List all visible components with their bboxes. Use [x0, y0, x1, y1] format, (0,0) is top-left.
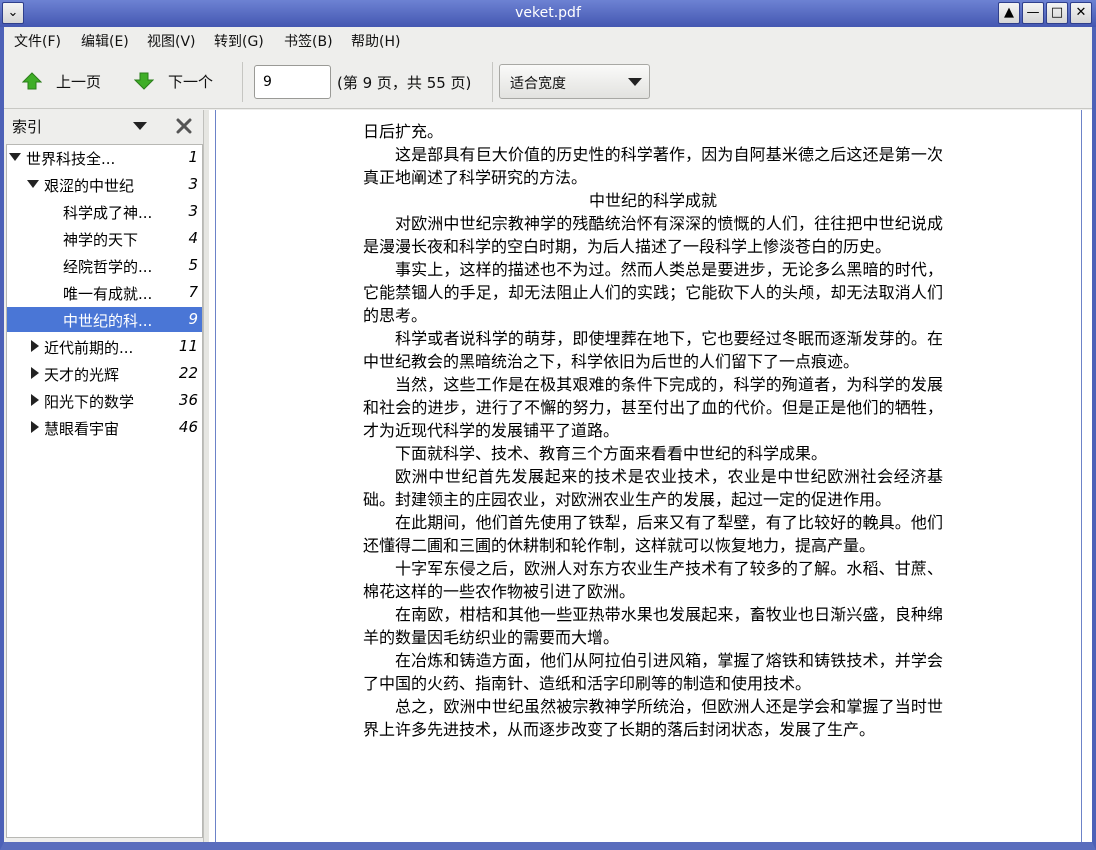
document-view[interactable]: 日后扩充。 这是部具有巨大价值的历史性的科学著作，因为自阿基米德之后这还是第一次… [209, 110, 1092, 842]
sidebar-header: 索引 [4, 110, 203, 140]
close-icon[interactable]: ✕ [1070, 2, 1092, 24]
title-bar[interactable]: ⌄ veket.pdf ▲ — □ ✕ [0, 0, 1096, 27]
page-text: 日后扩充。 这是部具有巨大价值的历史性的科学著作，因为自阿基米德之后这还是第一次… [363, 120, 943, 741]
toolbar: 上一页 下一个 9 (第 9 页，共 55 页) 适合宽度 [4, 54, 1092, 109]
tree-item[interactable]: 经院哲学的... 5 [7, 253, 202, 278]
paragraph: 在冶炼和铸造方面，他们从阿拉伯引进风箱，掌握了熔铁和铸铁技术，并学会了中国的火药… [363, 651, 943, 693]
expander-closed-icon[interactable] [31, 394, 39, 406]
tree-item[interactable]: 世界科技全... 1 [7, 145, 202, 170]
window-title: veket.pdf [515, 5, 581, 21]
paragraph: 在南欧，柑桔和其他一些亚热带水果也发展起来，畜牧业也日渐兴盛，良种绵羊的数量因毛… [363, 605, 943, 647]
tree-item-label: 中世纪的科... [63, 312, 153, 330]
tree-item-label: 近代前期的... [44, 339, 134, 357]
document-page: 日后扩充。 这是部具有巨大价值的历史性的科学著作，因为自阿基米德之后这还是第一次… [215, 110, 1082, 842]
maximize-icon[interactable]: □ [1046, 2, 1068, 24]
paragraph: 当然，这些工作是在极其艰难的条件下完成的，科学的殉道者，为科学的发展和社会的进步… [363, 375, 943, 440]
tree-item-label: 世界科技全... [26, 150, 116, 168]
zoom-select[interactable]: 适合宽度 [499, 64, 650, 99]
menu-view[interactable]: 视图(V) [147, 31, 196, 51]
tree-item[interactable]: 唯一有成就... 7 [7, 280, 202, 305]
tree-item-label: 科学成了神... [63, 204, 153, 222]
menu-file[interactable]: 文件(F) [14, 31, 61, 51]
paragraph: 日后扩充。 [363, 122, 444, 141]
paragraph: 这是部具有巨大价值的历史性的科学著作，因为自阿基米德之后这还是第一次真正地阐述了… [363, 145, 943, 187]
tree-item-label: 艰涩的中世纪 [44, 177, 135, 195]
arrow-up-icon [22, 72, 42, 90]
page-number-input[interactable]: 9 [254, 65, 331, 99]
next-page-button[interactable]: 下一个 [134, 66, 213, 96]
tree-item-page: 7 [188, 283, 198, 301]
tree-item-label: 神学的天下 [63, 231, 139, 249]
tree-item[interactable]: 近代前期的... 11 [7, 334, 202, 359]
tree-item[interactable]: 科学成了神... 3 [7, 199, 202, 224]
toolbar-separator [242, 62, 243, 102]
tree-item-page: 5 [188, 256, 198, 274]
tree-item-page: 4 [188, 229, 198, 247]
tree-item-label: 唯一有成就... [63, 285, 153, 303]
paragraph: 在此期间，他们首先使用了铁犁，后来又有了犁壁，有了比较好的輓具。他们还懂得二圃和… [363, 513, 943, 555]
menu-edit[interactable]: 编辑(E) [81, 31, 129, 51]
tree-item-page: 22 [178, 364, 198, 382]
toolbar-separator [492, 62, 493, 102]
sidebar: 索引 世界科技全... 1 艰涩的中世纪 3 科学成了神... 3 神学的天下 … [4, 110, 203, 842]
outline-tree: 世界科技全... 1 艰涩的中世纪 3 科学成了神... 3 神学的天下 4 经… [6, 144, 203, 838]
expander-closed-icon[interactable] [31, 367, 39, 379]
tree-item-label: 经院哲学的... [63, 258, 153, 276]
tree-item-page: 9 [188, 310, 198, 328]
menu-go[interactable]: 转到(G) [214, 31, 264, 51]
tree-item-selected[interactable]: 中世纪的科... 9 [7, 307, 202, 332]
paragraph: 十字军东侵之后，欧洲人对东方农业生产技术有了较多的了解。水稻、甘蔗、棉花这样的一… [363, 559, 943, 601]
expander-closed-icon[interactable] [31, 340, 39, 352]
tree-item-label: 阳光下的数学 [44, 393, 135, 411]
paragraph: 事实上，这样的描述也不为过。然而人类总是要进步，无论多么黑暗的时代，它能禁锢人的… [363, 260, 943, 325]
tree-item-page: 3 [188, 175, 198, 193]
tree-item-page: 11 [178, 337, 198, 355]
sidebar-dropdown-icon[interactable] [133, 121, 147, 131]
menu-help[interactable]: 帮助(H) [351, 31, 400, 51]
section-heading: 中世纪的科学成就 [588, 191, 717, 210]
menu-bookmarks[interactable]: 书签(B) [284, 31, 333, 51]
expander-closed-icon[interactable] [31, 421, 39, 433]
shade-icon[interactable]: ▲ [998, 2, 1020, 24]
tree-item[interactable]: 神学的天下 4 [7, 226, 202, 251]
chevron-down-icon [628, 78, 642, 86]
tree-item[interactable]: 天才的光辉 22 [7, 361, 202, 386]
next-page-label: 下一个 [168, 72, 214, 91]
tree-item-page: 3 [188, 202, 198, 220]
tree-item[interactable]: 慧眼看宇宙 46 [7, 415, 202, 440]
paragraph: 下面就科学、技术、教育三个方面来看看中世纪的科学成果。 [395, 444, 828, 463]
tree-item-label: 天才的光辉 [44, 366, 120, 384]
paragraph: 总之，欧洲中世纪虽然被宗教神学所统治，但欧洲人还是学会和掌握了当时世界上许多先进… [363, 697, 943, 739]
application-window: ⌄ veket.pdf ▲ — □ ✕ 文件(F) 编辑(E) 视图(V) 转到… [0, 0, 1096, 850]
paragraph: 欧洲中世纪首先发展起来的技术是农业技术，农业是中世纪欧洲社会经济基础。封建领主的… [363, 467, 943, 509]
menu-bar: 文件(F) 编辑(E) 视图(V) 转到(G) 书签(B) 帮助(H) [4, 27, 1092, 54]
tree-item[interactable]: 阳光下的数学 36 [7, 388, 202, 413]
tree-item-label: 慧眼看宇宙 [44, 420, 120, 438]
page-count-label: (第 9 页，共 55 页) [337, 74, 472, 92]
tree-item-page: 1 [188, 148, 198, 166]
paragraph: 对欧洲中世纪宗教神学的残酷统治怀有深深的愤慨的人们，往往把中世纪说成是漫漫长夜和… [363, 214, 943, 256]
previous-page-label: 上一页 [56, 72, 102, 91]
tree-item-page: 46 [178, 418, 198, 436]
expander-open-icon[interactable] [27, 180, 39, 188]
minimize-icon[interactable]: — [1022, 2, 1044, 24]
arrow-down-icon [134, 72, 154, 90]
sidebar-title: 索引 [12, 118, 43, 136]
tree-item[interactable]: 艰涩的中世纪 3 [7, 172, 202, 197]
previous-page-button[interactable]: 上一页 [22, 66, 101, 96]
expander-open-icon[interactable] [9, 153, 21, 161]
paragraph: 科学或者说科学的萌芽，即使埋葬在地下，它也要经过冬眠而逐渐发芽的。在中世纪教会的… [363, 329, 943, 371]
tree-item-page: 36 [178, 391, 198, 409]
close-sidebar-icon[interactable] [175, 117, 193, 135]
zoom-value: 适合宽度 [510, 76, 566, 92]
